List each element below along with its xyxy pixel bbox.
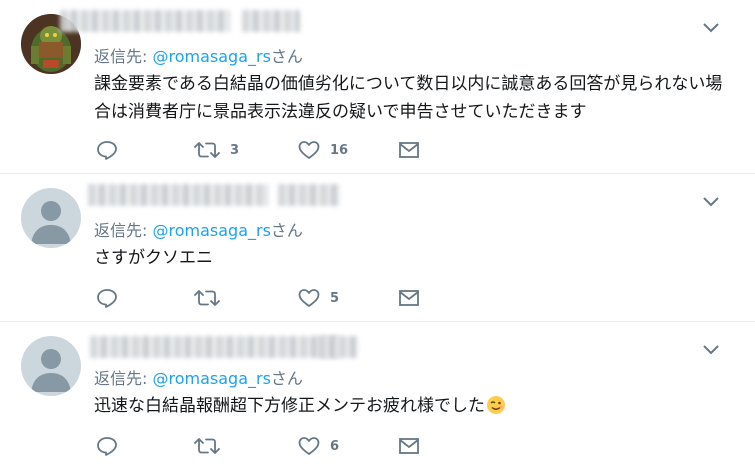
retweet-count: 3 — [230, 142, 240, 158]
caret-down-icon[interactable] — [700, 194, 722, 210]
tweet-1[interactable]: 返信先: @romasaga_rsさん 課金要素である白結晶の価値劣化について数… — [0, 0, 755, 174]
tweet-text-body: 迅速な白結晶報酬超下方修正メンテお疲れ様でした — [94, 396, 485, 416]
like-count: 6 — [330, 438, 340, 454]
reply-suffix: さん — [270, 221, 303, 240]
caret-down-icon[interactable] — [700, 20, 722, 36]
tweet-text: さすがクソエニ — [94, 248, 213, 268]
reply-context: 返信先: @romasaga_rsさん — [94, 43, 303, 67]
like-icon — [298, 141, 320, 159]
avatar[interactable] — [21, 188, 81, 248]
reply-suffix: さん — [270, 47, 303, 66]
reply-handle-link[interactable]: @romasaga_rs — [152, 221, 270, 240]
like-count: 16 — [330, 142, 349, 158]
reply-context: 返信先: @romasaga_rsさん — [94, 217, 303, 241]
direct-message-button[interactable] — [398, 138, 420, 162]
retweet-button[interactable]: 3 — [194, 138, 239, 162]
like-button[interactable]: 6 — [298, 434, 339, 458]
like-icon — [298, 437, 320, 455]
tweet-text: 課金要素である白結晶の価値劣化について数日以内に誠意ある回答が見られない場合は消… — [94, 74, 723, 122]
tweet-actions: 3 16 — [94, 138, 434, 162]
winking-face-emoji-icon — [486, 395, 506, 424]
direct-message-icon — [399, 142, 419, 158]
reply-timeline: 返信先: @romasaga_rsさん 課金要素である白結晶の価値劣化について数… — [0, 0, 755, 464]
like-icon — [298, 289, 320, 307]
tweet-text: 迅速な白結晶報酬超下方修正メンテお疲れ様でした — [94, 392, 724, 424]
direct-message-icon — [399, 438, 419, 454]
author-handle-obscured — [318, 336, 358, 358]
reply-prefix: 返信先: — [94, 369, 153, 388]
reply-icon — [97, 289, 117, 308]
caret-down-icon[interactable] — [700, 342, 722, 358]
direct-message-button[interactable] — [398, 434, 420, 458]
reply-handle-link[interactable]: @romasaga_rs — [152, 47, 270, 66]
tweet-actions: 6 — [94, 434, 434, 458]
retweet-icon — [194, 438, 220, 454]
reply-button[interactable] — [96, 286, 128, 310]
tweet-3[interactable]: 返信先: @romasaga_rsさん 迅速な白結晶報酬超下方修正メンテお疲れ様… — [0, 322, 755, 464]
direct-message-icon — [399, 290, 419, 306]
avatar[interactable] — [21, 336, 81, 396]
retweet-button[interactable] — [194, 286, 230, 310]
reply-button[interactable] — [96, 138, 128, 162]
author-handle-obscured — [278, 184, 340, 206]
author-name-obscured — [90, 336, 340, 358]
like-count: 5 — [330, 290, 340, 306]
direct-message-button[interactable] — [398, 286, 420, 310]
reply-icon — [97, 141, 117, 160]
reply-icon — [97, 437, 117, 456]
tweet-actions: 5 — [94, 286, 434, 310]
author-name-obscured — [88, 184, 268, 206]
author-handle-obscured — [242, 10, 300, 32]
reply-handle-link[interactable]: @romasaga_rs — [152, 369, 270, 388]
author-name-obscured — [60, 10, 230, 32]
like-button[interactable]: 5 — [298, 286, 339, 310]
retweet-icon — [194, 290, 220, 306]
tweet-2[interactable]: 返信先: @romasaga_rsさん さすがクソエニ 5 — [0, 174, 755, 322]
retweet-icon — [194, 142, 220, 158]
reply-prefix: 返信先: — [94, 221, 153, 240]
reply-suffix: さん — [270, 369, 303, 388]
retweet-button[interactable] — [194, 434, 230, 458]
default-avatar-icon — [21, 336, 81, 396]
reply-prefix: 返信先: — [94, 47, 153, 66]
reply-button[interactable] — [96, 434, 128, 458]
reply-context: 返信先: @romasaga_rsさん — [94, 365, 303, 389]
default-avatar-icon — [21, 188, 81, 248]
like-button[interactable]: 16 — [298, 138, 348, 162]
